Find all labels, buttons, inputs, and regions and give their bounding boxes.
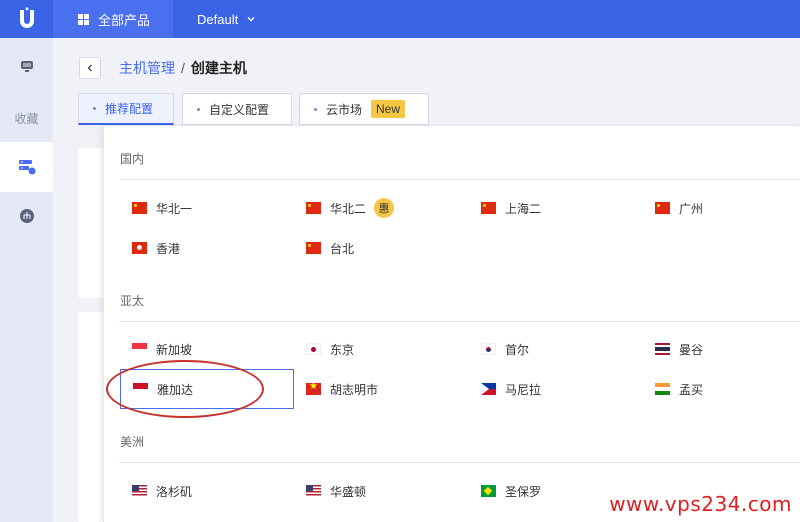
discount-badge: 惠 — [374, 198, 395, 218]
watermark: www.vps234.com — [609, 492, 792, 516]
server-icon — [18, 160, 35, 175]
region-option[interactable]: 台北 — [306, 237, 354, 259]
region-option[interactable]: 洛杉矶 — [132, 480, 192, 502]
region-option[interactable]: 东京 — [306, 338, 354, 360]
region-option[interactable]: 广州 — [655, 197, 703, 219]
region-label: 胡志明市 — [330, 382, 379, 397]
divider — [120, 321, 800, 322]
usa-flag-icon — [132, 485, 147, 497]
region-option[interactable]: 圣保罗 — [481, 480, 541, 502]
philippines-flag-icon — [481, 383, 496, 395]
region-dropdown: 国内 华北一 华北二 惠 上海二 广州 香港 台北 亚太 新加坡 东京 首尔 曼… — [103, 125, 800, 522]
logo[interactable] — [0, 0, 53, 38]
china-flag-icon — [132, 202, 147, 214]
sidebar-item-favorites[interactable]: 收藏 — [0, 106, 53, 130]
chevron-left-icon — [87, 64, 92, 72]
back-button[interactable] — [79, 57, 101, 79]
section-title-americas: 美洲 — [120, 435, 145, 449]
page-title: 创建主机 — [190, 60, 247, 76]
region-label: 洛杉矶 — [156, 484, 193, 499]
network-icon — [19, 209, 34, 223]
tab-dot-icon — [93, 107, 96, 110]
section-title-domestic: 国内 — [120, 152, 145, 166]
project-label: Default — [197, 11, 239, 27]
tab-label: 推荐配置 — [105, 102, 154, 116]
region-label: 华北一 — [156, 201, 193, 216]
region-option[interactable]: 香港 — [132, 237, 180, 259]
sidebar-favorites-label: 收藏 — [14, 111, 39, 126]
section-title-apac: 亚太 — [120, 294, 145, 308]
divider — [120, 179, 800, 180]
region-label: 台北 — [330, 241, 355, 256]
region-option[interactable]: 华盛顿 — [306, 480, 366, 502]
region-label: 上海二 — [505, 201, 542, 216]
region-label: 香港 — [156, 241, 181, 256]
region-option[interactable]: 上海二 — [481, 197, 541, 219]
region-label: 圣保罗 — [505, 484, 542, 499]
project-selector[interactable]: Default — [197, 0, 256, 38]
region-option[interactable]: 马尼拉 — [481, 378, 541, 400]
vietnam-flag-icon — [306, 383, 321, 395]
sidebar-item-monitor[interactable] — [0, 52, 53, 80]
all-products-label: 全部产品 — [98, 12, 151, 28]
usa-flag-icon — [306, 485, 321, 497]
taipei-flag-icon — [306, 242, 321, 254]
singapore-flag-icon — [132, 343, 147, 355]
china-flag-icon — [306, 202, 321, 214]
region-option[interactable]: 胡志明市 — [306, 378, 378, 400]
thailand-flag-icon — [655, 343, 670, 355]
hong-kong-flag-icon — [132, 242, 147, 254]
region-option[interactable]: 曼谷 — [655, 338, 703, 360]
region-label: 新加坡 — [156, 342, 193, 357]
region-option[interactable]: 华北二 惠 — [306, 197, 395, 219]
tab-dot-icon — [314, 107, 317, 111]
tab-marketplace[interactable]: 云市场 New — [299, 93, 429, 125]
breadcrumb-parent-link[interactable]: 主机管理 — [119, 58, 175, 78]
region-option[interactable]: 孟买 — [655, 378, 703, 400]
region-option[interactable]: 首尔 — [481, 338, 529, 360]
tab-label: 云市场 — [326, 102, 363, 117]
top-bar: 全部产品 Default — [0, 0, 800, 38]
brazil-flag-icon — [481, 485, 496, 497]
sidebar: 收藏 — [0, 38, 53, 522]
divider — [120, 462, 800, 463]
breadcrumb: 主机管理 / 创建主机 — [119, 58, 247, 78]
breadcrumb-separator: / — [181, 60, 185, 76]
all-products-button[interactable]: 全部产品 — [53, 0, 173, 38]
region-label: 马尼拉 — [505, 382, 542, 397]
monitor-icon — [20, 61, 33, 72]
region-option[interactable]: 新加坡 — [132, 338, 192, 360]
chevron-down-icon — [247, 17, 255, 22]
sidebar-item-network[interactable] — [0, 202, 53, 230]
japan-flag-icon — [306, 343, 321, 355]
china-flag-icon — [655, 202, 670, 214]
region-label: 华盛顿 — [330, 484, 367, 499]
tab-dot-icon — [197, 107, 200, 111]
region-label: 东京 — [330, 342, 355, 357]
grid-icon — [78, 13, 89, 25]
new-badge: New — [371, 100, 406, 118]
sidebar-item-hosts[interactable] — [0, 142, 53, 192]
region-option[interactable]: 华北一 — [132, 197, 192, 219]
region-label: 曼谷 — [679, 342, 704, 357]
region-label: 广州 — [679, 201, 704, 216]
india-flag-icon — [655, 383, 670, 395]
region-label: 华北二 — [330, 201, 367, 216]
tab-recommended[interactable]: 推荐配置 — [78, 93, 174, 125]
tab-custom[interactable]: 自定义配置 — [182, 93, 292, 125]
ucloud-logo-icon — [19, 7, 34, 28]
china-flag-icon — [481, 202, 496, 214]
tab-label: 自定义配置 — [209, 102, 270, 117]
region-label: 孟买 — [679, 382, 704, 397]
annotation-circle — [106, 360, 264, 418]
region-label: 首尔 — [505, 342, 530, 357]
korea-flag-icon — [481, 343, 496, 355]
